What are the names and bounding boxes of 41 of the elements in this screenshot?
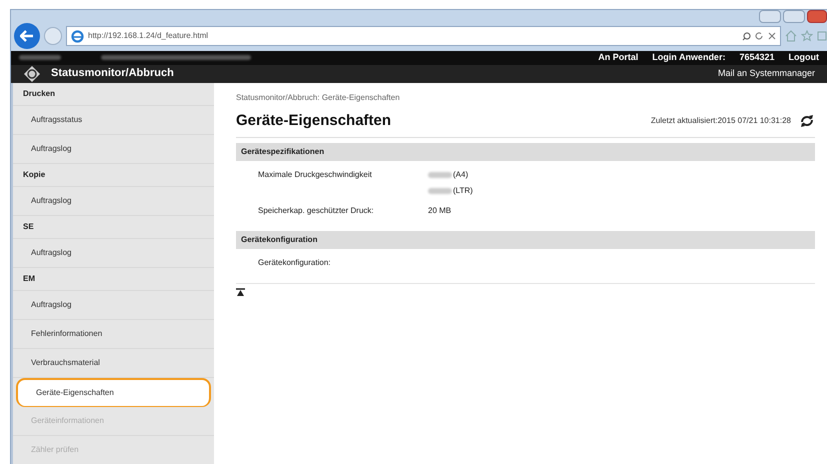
top-bar-link[interactable]: Login Anwender: <box>652 51 726 64</box>
sidebar-item[interactable]: Auftragslog <box>13 290 214 320</box>
sidebar-section-heading: EM <box>13 268 214 290</box>
close-icon[interactable] <box>768 32 776 40</box>
sidebar-item[interactable]: Auftragslog <box>13 238 214 268</box>
page-title: Geräte-Eigenschaften <box>236 110 392 130</box>
property-value: (LTR) <box>453 185 473 197</box>
mail-link[interactable]: Mail an Systemmanager <box>718 66 815 80</box>
breadcrumb: Statusmonitor/Abbruch: Geräte-Eigenschaften <box>236 92 401 104</box>
sidebar-item[interactable]: Geräte-Eigenschaften <box>16 378 211 406</box>
sidebar-section-heading: SE <box>13 216 214 238</box>
top-bar-link[interactable]: An Portal <box>598 51 638 64</box>
property-label: Gerätekonfiguration: <box>258 257 332 269</box>
property-label: Maximale Druckgeschwindigkeit <box>258 169 373 181</box>
sidebar-item[interactable]: Auftragsstatus <box>13 106 214 134</box>
close-button[interactable] <box>807 10 827 23</box>
sidebar-item[interactable]: Auftragslog <box>13 134 214 164</box>
browser-logo-icon <box>71 30 84 42</box>
url-text: http://192.168.1.24/d_feature.html <box>88 30 210 42</box>
property-value: (A4) <box>453 169 468 181</box>
blurred-text <box>19 55 61 60</box>
sidebar-section-heading: Kopie <box>13 164 214 186</box>
address-bar[interactable]: http://192.168.1.24/d_feature.html <box>66 26 781 46</box>
star-icon[interactable] <box>801 30 813 42</box>
section-header: Gerätespezifikationen <box>236 143 815 161</box>
property-label: Speicherkap. geschützter Druck: <box>258 205 375 217</box>
property-value: 20 MB <box>428 205 452 217</box>
refresh-icon[interactable] <box>799 114 815 127</box>
diamond-logo-icon <box>23 64 41 82</box>
top-bar-link[interactable]: Logout <box>788 51 819 64</box>
back-arrow-icon <box>20 30 34 42</box>
last-updated-text: Zuletzt aktualisiert:2015 07/21 10:31:28 <box>650 114 791 127</box>
back-to-top-icon[interactable] <box>236 288 245 297</box>
sidebar-item[interactable]: Auftragslog <box>13 186 214 216</box>
top-bar-link[interactable]: 7654321 <box>739 51 774 64</box>
back-button[interactable] <box>14 23 40 49</box>
sidebar-section-heading: Drucken <box>13 82 214 106</box>
sidebar-item[interactable]: Fehlerinformationen <box>13 320 214 348</box>
search-icon[interactable] <box>742 32 751 40</box>
section-header: Gerätekonfiguration <box>236 231 815 249</box>
page-header-title: Statusmonitor/Abbruch <box>51 66 174 82</box>
